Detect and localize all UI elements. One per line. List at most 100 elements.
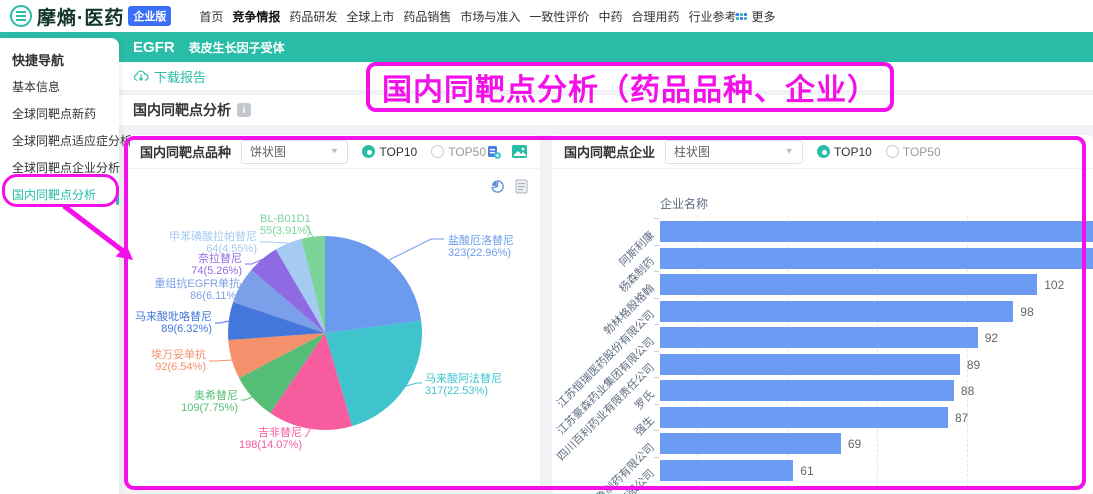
pie-slice-label: 奥希替尼109(7.75%): [181, 390, 238, 414]
enterprise-panel: 国内同靶点企业 柱状图 ▼ TOP10 TOP50 企业名称 阿斯利康杨森制药勃…: [552, 135, 1093, 494]
more-grid-icon: [736, 13, 747, 20]
sidebar-item[interactable]: 全球同靶点新药: [0, 101, 119, 128]
bar[interactable]: [660, 433, 841, 454]
nav-item[interactable]: 合理用药: [631, 8, 679, 25]
bar-value-label: 61: [800, 464, 813, 478]
radio-dot-icon: [817, 145, 830, 158]
sidebar-list: 基本信息全球同靶点新药全球同靶点适应症分析全球同靶点企业分析国内同靶点分析: [0, 74, 119, 209]
pie-slice-label: 重组抗EGFR单抗86(6.11%): [154, 278, 240, 302]
bar[interactable]: [660, 380, 954, 401]
axis-tick: [654, 377, 659, 378]
bar-value-label: 89: [967, 358, 980, 372]
bar[interactable]: [660, 221, 1093, 242]
bar[interactable]: [660, 407, 948, 428]
pie-slice[interactable]: [325, 236, 421, 333]
bar-value-label: 87: [955, 411, 968, 425]
nav-item[interactable]: 药品研发: [289, 8, 337, 25]
enterprise-top10-radio[interactable]: TOP10: [817, 145, 872, 159]
axis-tick: [654, 298, 659, 299]
bar[interactable]: [660, 248, 1093, 269]
brand-logo-icon: [10, 5, 32, 27]
pie-leader-line: [305, 429, 310, 437]
info-icon[interactable]: i: [237, 103, 251, 117]
axis-tick: [654, 430, 659, 431]
annotation-title-box: 国内同靶点分析（药品品种、企业）: [366, 62, 894, 112]
nav-item[interactable]: 行业参考: [688, 8, 736, 25]
pie-leader-line: [209, 360, 232, 361]
variety-view-switch: [490, 179, 528, 194]
main-nav: 首页竞争情报药品研发全球上市药品销售市场与准入一致性评价中药合理用药行业参考: [199, 8, 736, 25]
cloud-download-icon: [133, 69, 149, 83]
pie-slice-label: 马来酸阿法替尼317(22.53%): [425, 373, 502, 397]
bar-axis-title: 企业名称: [660, 195, 708, 212]
pie-slice-label: 甲苯磺酸拉帕替尼64(4.55%): [169, 231, 257, 255]
radio-dot-icon: [886, 145, 899, 158]
pie-leader-line: [260, 242, 288, 243]
bar[interactable]: [660, 274, 1037, 295]
pie-leader-line: [389, 239, 444, 260]
gene-description: 表皮生长因子受体: [189, 39, 285, 56]
sidebar-item[interactable]: 基本信息: [0, 74, 119, 101]
axis-tick: [654, 457, 659, 458]
gene-symbol: EGFR: [133, 39, 175, 56]
nav-item[interactable]: 一致性评价: [529, 8, 589, 25]
axis-tick: [654, 218, 659, 219]
bar-value-label: 69: [848, 437, 861, 451]
app-root: 摩熵·医药 企业版 首页竞争情报药品研发全球上市药品销售市场与准入一致性评价中药…: [0, 0, 1093, 494]
axis-tick: [654, 351, 659, 352]
quick-nav-sidebar: 快捷导航 基本信息全球同靶点新药全球同靶点适应症分析全球同靶点企业分析国内同靶点…: [0, 38, 119, 494]
brand[interactable]: 摩熵·医药 企业版: [10, 3, 171, 30]
nav-item[interactable]: 全球上市: [346, 8, 394, 25]
pie-view-icon[interactable]: [490, 179, 505, 194]
bar[interactable]: [660, 327, 978, 348]
sidebar-item[interactable]: 全球同靶点适应症分析: [0, 128, 119, 155]
sidebar-item[interactable]: 国内同靶点分析: [0, 182, 119, 209]
bar-value-label: 98: [1020, 305, 1033, 319]
page-title: 国内同靶点分析: [133, 100, 231, 120]
nav-more-button[interactable]: 更多: [736, 8, 775, 25]
report-view-icon[interactable]: [515, 179, 528, 194]
bar-value-label: 88: [961, 384, 974, 398]
annotation-title-text: 国内同靶点分析（药品品种、企业）: [382, 65, 878, 109]
bar-value-label: 92: [985, 331, 998, 345]
enterprise-panel-header: 国内同靶点企业 柱状图 ▼ TOP10 TOP50: [552, 135, 1093, 169]
axis-tick: [654, 404, 659, 405]
gene-banner: EGFR 表皮生长因子受体: [0, 32, 1093, 62]
download-report-label: 下载报告: [154, 67, 206, 86]
nav-more-label: 更多: [751, 8, 775, 25]
enterprise-top50-radio[interactable]: TOP50: [886, 145, 941, 159]
active-indicator: [116, 186, 119, 205]
pie-slice-label: 吉非替尼198(14.07%): [239, 427, 302, 451]
pie-slice-label: BL-B01D155(3.91%): [260, 213, 311, 237]
variety-panel: 国内同靶点品种 饼状图 ▼ TOP10 TOP50: [128, 135, 540, 487]
nav-item[interactable]: 首页: [199, 8, 223, 25]
enterprise-panel-title: 国内同靶点企业: [564, 142, 655, 161]
bar[interactable]: [660, 301, 1013, 322]
top-navbar: 摩熵·医药 企业版 首页竞争情报药品研发全球上市药品销售市场与准入一致性评价中药…: [0, 0, 1093, 32]
pie-slice-label: 奈拉替尼74(5.26%): [191, 253, 242, 277]
sidebar-item[interactable]: 全球同靶点企业分析: [0, 155, 119, 182]
chevron-down-icon: ▼: [784, 147, 794, 156]
sidebar-title: 快捷导航: [0, 38, 119, 68]
pie-slice-label: 埃万妥单抗92(6.54%): [151, 349, 206, 373]
bar[interactable]: [660, 460, 793, 481]
nav-item[interactable]: 药品销售: [403, 8, 451, 25]
enterprise-chart-type-value: 柱状图: [674, 143, 710, 160]
enterprise-top10-label: TOP10: [834, 145, 872, 159]
nav-item[interactable]: 竞争情报: [232, 8, 280, 25]
download-report-button[interactable]: 下载报告: [133, 67, 206, 86]
brand-name: 摩熵·医药: [37, 3, 124, 30]
nav-item[interactable]: 中药: [598, 8, 622, 25]
pie-leader-line: [406, 383, 422, 386]
pie-leader-line: [241, 397, 252, 400]
axis-tick: [654, 324, 659, 325]
enterprise-top50-label: TOP50: [903, 145, 941, 159]
pie-slice-label: 盐酸厄洛替尼323(22.96%): [448, 235, 514, 259]
bar-value-label: 102: [1044, 278, 1064, 292]
brand-edition-badge: 企业版: [128, 6, 171, 26]
nav-item[interactable]: 市场与准入: [460, 8, 520, 25]
bar[interactable]: [660, 354, 960, 375]
enterprise-chart-type-select[interactable]: 柱状图 ▼: [665, 140, 803, 164]
pie-leader-line: [215, 321, 229, 323]
axis-tick: [654, 271, 659, 272]
